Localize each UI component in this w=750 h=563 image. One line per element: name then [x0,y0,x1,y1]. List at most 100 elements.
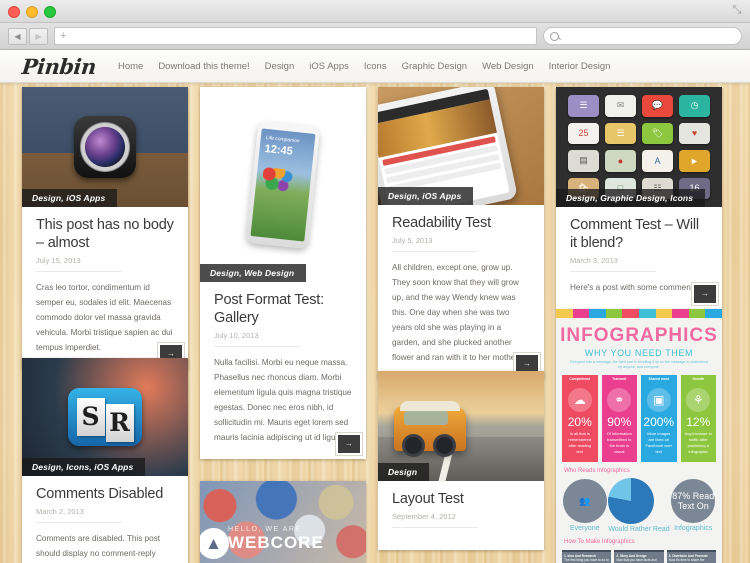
post-thumbnail[interactable]: Design, iOS Apps [22,87,188,207]
post-title[interactable]: Readability Test [392,214,530,232]
tag-icon: 🏷 [642,122,673,144]
bokeh-image: ▲ HELLO, WE ARE WEBCORE [200,481,366,563]
how-step-text: Now that you have facts and data piled u… [616,558,660,563]
infographic-section-how: How To Make Infographics [564,539,635,545]
bus-wheel [433,434,456,457]
how-step: 1. Idea And Research The first thing you … [562,550,612,563]
post-card[interactable]: S R Design, Icons, iOS Apps Comments Dis… [22,358,188,563]
post-date: September 4, 2012 [392,512,478,528]
post-date: March 2, 2013 [36,507,122,523]
how-step-title: 3. Distribute And Promote [668,554,708,558]
image-icon: ▣ [646,388,671,412]
search-bar[interactable] [543,27,742,45]
post-card[interactable]: INFOGRAPHICS WHY YOU NEED THEM Everyone … [556,309,722,563]
camera-icon [74,116,136,178]
post-grid: Design, iOS Apps This post has no body –… [0,81,750,563]
nav-item-graphic-design[interactable]: Graphic Design [402,61,467,72]
post-title[interactable]: This post has no body – almost [36,216,174,252]
post-body: Comments Disabled March 2, 2013 Comments… [22,476,188,563]
minimize-window-button[interactable] [26,6,38,18]
nav-item-ios-apps[interactable]: iOS Apps [309,61,349,72]
post-date: March 3, 2013 [570,256,656,272]
post-categories[interactable]: Design, Web Design [200,264,307,282]
post-excerpt: Cras leo tortor, condimentum id semper e… [36,283,173,352]
post-thumbnail[interactable]: ▲ HELLO, WE ARE WEBCORE [200,481,366,563]
nav-item-download[interactable]: Download this theme! [158,61,249,72]
post-thumbnail[interactable]: INFOGRAPHICS WHY YOU NEED THEM Everyone … [556,309,722,563]
post-categories[interactable]: Design [378,463,430,481]
site-header: Pinbin Home Download this theme! Design … [0,50,750,83]
bokeh-caption-big: WEBCORE [228,533,324,552]
post-card[interactable]: ▲ HELLO, WE ARE WEBCORE [200,481,366,563]
post-date: July 5, 2013 [392,236,478,252]
stat-value: 200% [643,415,675,429]
notes-icon: ☰ [605,122,636,144]
letter-s: S [76,398,105,436]
post-categories[interactable]: Design, iOS Apps [22,189,118,207]
reader-group: 👥 Everyone [562,479,607,532]
nav-item-design[interactable]: Design [265,61,295,72]
nav-item-icons[interactable]: Icons [364,61,387,72]
infographic-section-readers: Who Reads Infographics [564,468,630,474]
post-date: July 15, 2013 [36,256,122,272]
post-excerpt: Here's a post with some comments. [570,283,700,292]
post-card[interactable]: Design Layout Test September 4, 2012 [378,371,544,550]
read-more-button[interactable]: → [692,283,718,305]
people-icon: 👥 [562,479,607,523]
post-title[interactable]: Post Format Test: Gallery [214,291,352,327]
post-body: This post has no body – almost July 15, … [22,207,188,369]
post-thumbnail[interactable]: Design, iOS Apps [378,87,544,205]
back-button[interactable]: ◀ [8,27,27,45]
post-categories[interactable]: Design, iOS Apps [378,187,474,205]
how-step-title: 1. Idea And Research [564,554,597,558]
stat-description: Avg increase in traffic after publishing… [684,431,712,454]
nav-item-web-design[interactable]: Web Design [482,61,534,72]
nav-item-interior-design[interactable]: Interior Design [549,61,611,72]
how-step: 3. Distribute And Promote Now it's time t… [666,550,716,563]
post-title[interactable]: Layout Test [392,490,530,508]
site-logo[interactable]: Pinbin [21,54,98,79]
infographic-image: INFOGRAPHICS WHY YOU NEED THEM Everyone … [556,309,722,563]
bus-icon [394,401,466,457]
webcore-logo-icon: ▲ [200,528,229,559]
sr-icon: S R [68,388,142,446]
post-thumbnail[interactable]: Design [378,371,544,481]
post-thumbnail[interactable]: ☰ ✉ 💬 ◷ 25 ☰ 🏷 ♥ ▤ ● A ► 🛍 □ [556,87,722,207]
post-title[interactable]: Comments Disabled [36,485,174,503]
post-body: Readability Test July 5, 2013 All childr… [378,205,544,379]
post-card[interactable]: Design, iOS Apps Readability Test July 5… [378,87,544,379]
stat-description: More images are liked on Facebook over t… [645,431,672,454]
nav-item-home[interactable]: Home [118,61,143,72]
stat-value: 90% [607,415,632,429]
browser-titlebar: ⤡ [0,0,750,23]
post-thumbnail[interactable]: S R Design, Icons, iOS Apps [22,358,188,476]
post-card[interactable]: Design, iOS Apps This post has no body –… [22,87,188,369]
post-card[interactable]: ☰ ✉ 💬 ◷ 25 ☰ 🏷 ♥ ▤ ● A ► 🛍 □ [556,87,722,309]
post-thumbnail[interactable]: Life companion 12:45 Design, Web Design [200,87,366,282]
post-excerpt: All children, except one, grow up. They … [392,263,520,362]
forward-button[interactable]: ▶ [29,27,48,45]
post-categories[interactable]: Design, Icons, iOS Apps [22,458,146,476]
infographic-readers: 👥 Everyone Would Rather Read 87% Read Te… [556,476,722,533]
post-categories[interactable]: Design, Graphic Design, Icons [556,189,706,207]
calendar-icon: 25 [568,122,599,144]
play-icon: ► [679,150,710,172]
post-body: Comment Test – Will it blend? March 3, 2… [556,207,722,309]
browser-toolbar: ◀ ▶ + [0,23,750,50]
bokeh-caption-small: HELLO, WE ARE [228,526,302,533]
navigation-buttons: ◀ ▶ [8,27,48,45]
zoom-window-button[interactable] [44,6,56,18]
balloons-icon [261,166,294,196]
stat-caption: Comprehend [569,377,591,381]
post-title[interactable]: Comment Test – Will it blend? [570,216,708,252]
how-step: 2. Story And Design Now that you have fac… [614,550,664,563]
fullscreen-icon[interactable]: ⤡ [731,4,743,16]
plug-icon: ⚭ [607,388,632,412]
close-window-button[interactable] [8,6,20,18]
page-background: Design, iOS Apps This post has no body –… [0,81,750,563]
galaxy-phone-image: Life companion 12:45 [200,87,366,282]
address-bar[interactable]: + [54,27,537,45]
read-more-button[interactable]: → [336,433,362,455]
new-tab-icon[interactable]: + [60,30,66,42]
post-card[interactable]: Life companion 12:45 Design, Web Design … [200,87,366,459]
